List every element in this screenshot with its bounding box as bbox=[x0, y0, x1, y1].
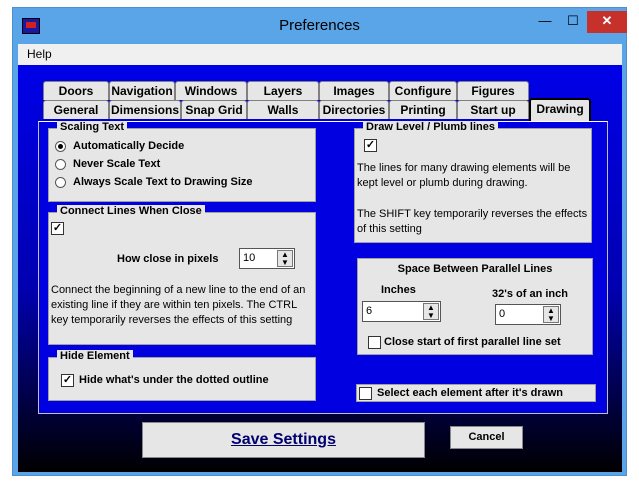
draw-level-group: Draw Level / Plumb lines ✓ The lines for… bbox=[354, 121, 592, 243]
drawing-panel: Scaling Text Automatically Decide Never … bbox=[38, 121, 608, 414]
maximize-button[interactable]: ☐ bbox=[559, 11, 587, 33]
tab-layers[interactable]: Layers bbox=[247, 81, 319, 100]
inches-label: Inches bbox=[381, 284, 416, 296]
save-settings-button[interactable]: Save Settings bbox=[142, 422, 425, 458]
tab-dimensions[interactable]: Dimensions bbox=[109, 100, 181, 119]
close-start-label: Close start of first parallel line set bbox=[384, 336, 561, 348]
minimize-button[interactable]: — bbox=[531, 11, 559, 33]
close-start-checkbox[interactable] bbox=[368, 336, 381, 349]
menu-bar: Help bbox=[18, 44, 622, 65]
draw-level-desc2: The SHIFT key temporarily reverses the e… bbox=[357, 208, 588, 235]
parallel-lines-label: Space Between Parallel Lines bbox=[397, 263, 553, 275]
inches-value: 6 bbox=[366, 305, 373, 317]
frac-label: 32's of an inch bbox=[492, 288, 568, 300]
tab-images[interactable]: Images bbox=[319, 81, 389, 100]
hide-element-option: Hide what's under the dotted outline bbox=[79, 374, 269, 386]
spin-icon[interactable]: ▲ ▼ bbox=[277, 250, 293, 267]
tab-figures[interactable]: Figures bbox=[457, 81, 529, 100]
tab-snap-grid[interactable]: Snap Grid bbox=[181, 100, 247, 119]
pixels-value: 10 bbox=[243, 252, 256, 264]
draw-level-label: Draw Level / Plumb lines bbox=[363, 121, 498, 133]
tab-walls[interactable]: Walls bbox=[247, 100, 319, 119]
radio-auto-decide[interactable] bbox=[55, 141, 66, 152]
connect-lines-group: Connect Lines When Close ✓ How close in … bbox=[48, 205, 316, 345]
preferences-window: Preferences — ☐ ✕ Help Doors Navigation … bbox=[12, 7, 627, 476]
auto-decide-label: Automatically Decide bbox=[73, 140, 185, 152]
connect-lines-checkbox[interactable]: ✓ bbox=[51, 222, 64, 235]
never-scale-label: Never Scale Text bbox=[73, 158, 161, 170]
connect-lines-label: Connect Lines When Close bbox=[57, 205, 205, 217]
frac-spin-icon[interactable]: ▲ ▼ bbox=[543, 306, 559, 323]
tab-printing[interactable]: Printing bbox=[389, 100, 457, 119]
draw-level-checkbox[interactable]: ✓ bbox=[364, 139, 377, 152]
radio-never-scale[interactable] bbox=[55, 159, 66, 170]
draw-level-desc1: The lines for many drawing elements will… bbox=[357, 162, 571, 189]
tab-navigation[interactable]: Navigation bbox=[109, 81, 175, 100]
cancel-button[interactable]: Cancel bbox=[450, 426, 523, 449]
tab-configure[interactable]: Configure bbox=[389, 81, 457, 100]
menu-help[interactable]: Help bbox=[27, 47, 52, 61]
title-bar: Preferences — ☐ ✕ bbox=[13, 8, 627, 44]
select-each-checkbox[interactable] bbox=[359, 387, 372, 400]
frac-spinner[interactable]: 0 ▲ ▼ bbox=[495, 304, 561, 325]
select-each-group: Select each element after it's drawn bbox=[356, 384, 596, 402]
inches-spinner[interactable]: 6 ▲ ▼ bbox=[362, 301, 441, 322]
hide-element-checkbox[interactable]: ✓ bbox=[61, 374, 74, 387]
tab-general[interactable]: General bbox=[43, 100, 109, 119]
select-each-label: Select each element after it's drawn bbox=[377, 387, 564, 399]
tab-start-up[interactable]: Start up bbox=[457, 100, 529, 119]
tab-drawing[interactable]: Drawing bbox=[529, 98, 591, 121]
frac-value: 0 bbox=[499, 308, 506, 320]
tab-doors[interactable]: Doors bbox=[43, 81, 109, 100]
scaling-text-group: Scaling Text Automatically Decide Never … bbox=[48, 121, 316, 202]
always-scale-label: Always Scale Text to Drawing Size bbox=[73, 176, 253, 188]
inches-spin-icon[interactable]: ▲ ▼ bbox=[423, 303, 439, 320]
tab-windows[interactable]: Windows bbox=[175, 81, 247, 100]
pixels-label: How close in pixels bbox=[117, 253, 219, 265]
radio-always-scale[interactable] bbox=[55, 177, 66, 188]
connect-description: Connect the beginning of a new line to t… bbox=[51, 284, 306, 326]
client-area: Doors Navigation Windows Layers Images C… bbox=[18, 65, 622, 472]
hide-element-label: Hide Element bbox=[57, 350, 133, 362]
parallel-lines-group: Space Between Parallel Lines Inches 6 ▲ ▼… bbox=[357, 258, 593, 355]
scaling-text-label: Scaling Text bbox=[57, 121, 127, 133]
pixels-spinner[interactable]: 10 ▲ ▼ bbox=[239, 248, 295, 269]
close-button[interactable]: ✕ bbox=[587, 11, 627, 33]
hide-element-group: Hide Element ✓ Hide what's under the dot… bbox=[48, 350, 316, 401]
tab-directories[interactable]: Directories bbox=[319, 100, 389, 119]
